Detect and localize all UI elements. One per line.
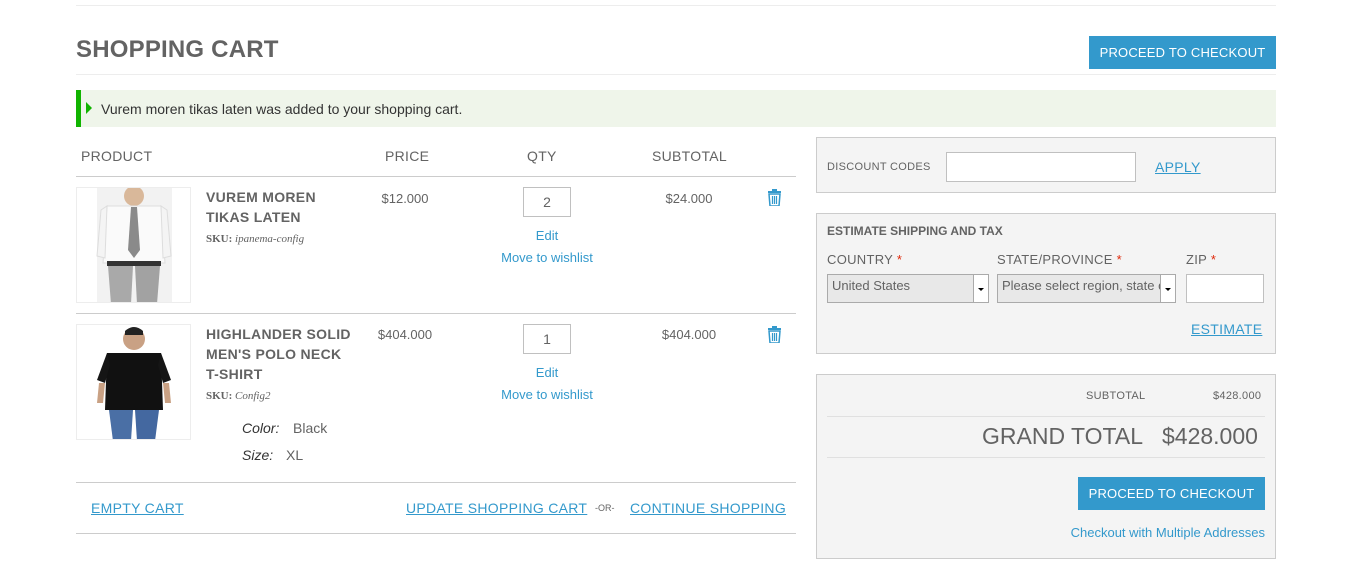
option-value-size: XL bbox=[286, 447, 304, 463]
column-header-product: PRODUCT bbox=[81, 148, 153, 164]
title-divider bbox=[76, 74, 1276, 75]
country-label-text: COUNTRY bbox=[827, 252, 893, 267]
zip-label-text: ZIP bbox=[1186, 252, 1207, 267]
move-to-wishlist-link[interactable]: Move to wishlist bbox=[487, 387, 607, 402]
sku-label: SKU: bbox=[206, 233, 233, 245]
product-name-line: TIKAS LATEN bbox=[206, 209, 301, 225]
product-name-link[interactable]: HIGHLANDER SOLID MEN'S POLO NECK T-SHIRT bbox=[206, 324, 356, 384]
country-label: COUNTRY * bbox=[827, 252, 902, 267]
country-select[interactable]: United States bbox=[827, 274, 989, 303]
estimate-link[interactable]: ESTIMATE bbox=[1191, 321, 1262, 337]
state-select[interactable]: Please select region, state or province bbox=[997, 274, 1176, 303]
column-header-price: PRICE bbox=[385, 148, 430, 164]
qty-input[interactable] bbox=[523, 187, 571, 217]
success-arrow-icon bbox=[86, 102, 92, 114]
totals-divider bbox=[827, 416, 1265, 417]
sku-label: SKU: bbox=[206, 390, 233, 402]
product-image-polo[interactable] bbox=[76, 324, 191, 440]
product-subtotal: $404.000 bbox=[661, 327, 717, 342]
success-message: Vurem moren tikas laten was added to you… bbox=[76, 90, 1276, 127]
column-header-subtotal: SUBTOTAL bbox=[652, 148, 728, 164]
proceed-to-checkout-top-button[interactable]: PROCEED TO CHECKOUT bbox=[1089, 36, 1276, 69]
product-name-line: MEN'S POLO NECK bbox=[206, 346, 342, 362]
country-selected-value: United States bbox=[832, 278, 911, 293]
apply-discount-link[interactable]: APPLY bbox=[1155, 159, 1201, 175]
product-price: $12.000 bbox=[381, 191, 429, 206]
edit-item-link[interactable]: Edit bbox=[497, 228, 597, 243]
or-separator: -OR- bbox=[595, 503, 615, 513]
column-header-qty: QTY bbox=[527, 148, 557, 164]
dress-shirt-image bbox=[96, 188, 172, 302]
checkout-multiple-addresses-link[interactable]: Checkout with Multiple Addresses bbox=[1047, 525, 1265, 540]
subtotal-value: $428.000 bbox=[1213, 390, 1262, 402]
row-divider bbox=[76, 482, 796, 483]
top-divider bbox=[76, 5, 1276, 6]
continue-shopping-link[interactable]: CONTINUE SHOPPING bbox=[630, 500, 786, 516]
qty-input[interactable] bbox=[523, 324, 571, 354]
move-to-wishlist-link[interactable]: Move to wishlist bbox=[487, 250, 607, 265]
header-divider bbox=[76, 176, 796, 177]
state-selected-value: Please select region, state or province bbox=[1002, 278, 1175, 293]
polo-shirt-image bbox=[97, 327, 171, 439]
trash-icon[interactable] bbox=[767, 326, 782, 343]
product-name-line: HIGHLANDER SOLID bbox=[206, 326, 351, 342]
product-sku: SKU: Config2 bbox=[206, 390, 270, 402]
update-shopping-cart-link[interactable]: UPDATE SHOPPING CART bbox=[406, 500, 587, 516]
success-message-text: Vurem moren tikas laten was added to you… bbox=[101, 101, 463, 117]
subtotal-label: SUBTOTAL bbox=[1086, 390, 1146, 402]
product-sku: SKU: ipanema-config bbox=[206, 233, 304, 245]
actions-divider bbox=[76, 533, 796, 534]
option-label-color: Color: bbox=[242, 420, 280, 436]
state-label: STATE/PROVINCE * bbox=[997, 252, 1122, 267]
required-mark: * bbox=[1116, 252, 1122, 267]
sku-value: Config2 bbox=[235, 390, 271, 402]
chevron-down-icon bbox=[1160, 275, 1175, 302]
state-label-text: STATE/PROVINCE bbox=[997, 252, 1113, 267]
discount-label: DISCOUNT CODES bbox=[827, 161, 931, 173]
estimate-shipping-title: ESTIMATE SHIPPING AND TAX bbox=[827, 224, 1003, 238]
required-mark: * bbox=[896, 252, 903, 267]
totals-panel: SUBTOTAL $428.000 GRAND TOTAL $428.000 P… bbox=[816, 374, 1276, 559]
estimate-shipping-panel: ESTIMATE SHIPPING AND TAX COUNTRY * Unit… bbox=[816, 213, 1276, 354]
edit-item-link[interactable]: Edit bbox=[497, 365, 597, 380]
option-value-color: Black bbox=[293, 420, 328, 436]
discount-code-input[interactable] bbox=[946, 152, 1136, 182]
product-name-line: T-SHIRT bbox=[206, 366, 263, 382]
option-label-size: Size: bbox=[242, 447, 274, 463]
zip-label: ZIP * bbox=[1186, 252, 1216, 267]
grand-total-value: $428.000 bbox=[1162, 423, 1258, 449]
product-image-shirt[interactable] bbox=[76, 187, 191, 303]
grand-total-label: GRAND TOTAL bbox=[982, 423, 1144, 449]
empty-cart-link[interactable]: EMPTY CART bbox=[91, 500, 184, 516]
product-name-link[interactable]: VUREM MOREN TIKAS LATEN bbox=[206, 187, 356, 227]
zip-input[interactable] bbox=[1186, 274, 1264, 303]
row-divider bbox=[76, 313, 796, 314]
product-price: $404.000 bbox=[377, 327, 433, 342]
product-subtotal: $24.000 bbox=[665, 191, 713, 206]
sku-value: ipanema-config bbox=[235, 233, 305, 245]
page-title: SHOPPING CART bbox=[76, 36, 279, 63]
chevron-down-icon bbox=[973, 275, 988, 302]
discount-panel: DISCOUNT CODES APPLY bbox=[816, 137, 1276, 193]
trash-icon[interactable] bbox=[767, 189, 782, 206]
required-mark: * bbox=[1210, 252, 1217, 267]
product-name-line: VUREM MOREN bbox=[206, 189, 316, 205]
proceed-to-checkout-button[interactable]: PROCEED TO CHECKOUT bbox=[1078, 477, 1265, 510]
totals-divider bbox=[827, 457, 1265, 458]
